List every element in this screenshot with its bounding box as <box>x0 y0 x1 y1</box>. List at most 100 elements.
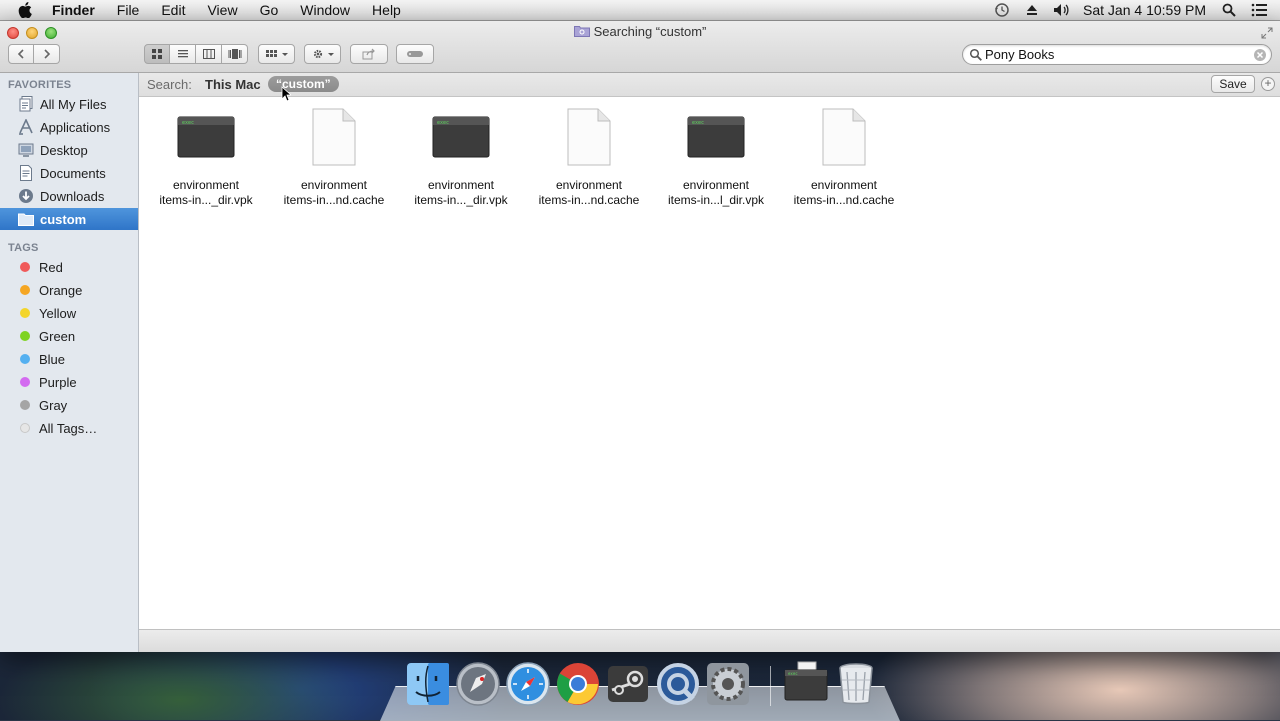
scope-custom-button[interactable]: “custom” <box>268 76 339 92</box>
save-search-button[interactable]: Save <box>1211 75 1255 93</box>
file-item[interactable]: exec environment items-in..._dir.vpk <box>142 105 270 208</box>
list-view-button[interactable] <box>170 44 196 64</box>
finder-icon[interactable] <box>404 660 452 708</box>
column-view-icon <box>202 49 215 59</box>
sidebar: FAVORITES All My Files Applications Desk… <box>0 73 139 652</box>
cover-flow-icon <box>228 49 241 59</box>
chrome-icon[interactable] <box>554 660 602 708</box>
title-bar: Searching “custom” <box>0 21 1280 73</box>
back-forward-control <box>8 44 60 64</box>
sidebar-tag-green[interactable]: Green <box>0 325 138 347</box>
sidebar-item-documents[interactable]: Documents <box>0 162 138 184</box>
sidebar-item-all-my-files[interactable]: All My Files <box>0 93 138 115</box>
file-item[interactable]: exec environment items-in...l_dir.vpk <box>652 105 780 208</box>
sidebar-item-label: Downloads <box>40 188 105 204</box>
file-item[interactable]: exec environment items-in..._dir.vpk <box>397 105 525 208</box>
time-machine-icon[interactable] <box>993 2 1011 18</box>
sidebar-item-applications[interactable]: Applications <box>0 116 138 138</box>
clear-search-icon[interactable] <box>1253 48 1267 62</box>
search-input[interactable] <box>985 47 1253 62</box>
steam-icon[interactable] <box>604 660 652 708</box>
folder-icon <box>17 211 35 227</box>
trash-icon[interactable] <box>832 660 880 708</box>
sidebar-tag-purple[interactable]: Purple <box>0 371 138 393</box>
search-scope-bar: Search: This Mac “custom” Save + <box>139 73 1280 97</box>
sidebar-item-custom[interactable]: custom <box>0 208 138 230</box>
sidebar-item-desktop[interactable]: Desktop <box>0 139 138 161</box>
sidebar-tag-label: Yellow <box>39 305 77 321</box>
back-button[interactable] <box>8 44 34 64</box>
menu-go[interactable]: Go <box>260 2 279 18</box>
system-preferences-icon[interactable] <box>704 660 752 708</box>
tag-orange-icon <box>20 285 30 295</box>
file-item[interactable]: environment items-in...nd.cache <box>525 105 653 208</box>
file-name-line-1: environment <box>682 178 750 192</box>
file-name-line-1: environment <box>172 178 240 192</box>
apple-menu-icon[interactable] <box>18 2 34 18</box>
exec-file-icon: exec <box>397 105 525 169</box>
column-view-button[interactable] <box>196 44 222 64</box>
gear-icon <box>313 49 334 59</box>
search-icon <box>969 48 982 61</box>
quicktime-icon[interactable] <box>654 660 702 708</box>
file-name-line-2: items-in...l_dir.vpk <box>667 193 765 207</box>
menu-finder[interactable]: Finder <box>52 2 95 18</box>
documents-icon <box>17 165 35 181</box>
sidebar-tag-gray[interactable]: Gray <box>0 394 138 416</box>
launchpad-icon[interactable] <box>454 660 502 708</box>
fullscreen-icon[interactable] <box>1261 26 1273 39</box>
forward-button[interactable] <box>34 44 60 64</box>
sidebar-tag-yellow[interactable]: Yellow <box>0 302 138 324</box>
tags-button[interactable] <box>396 44 434 64</box>
file-name-line-2: items-in...nd.cache <box>793 193 895 207</box>
sidebar-tag-red[interactable]: Red <box>0 256 138 278</box>
notification-center-icon[interactable] <box>1250 2 1268 18</box>
exec-file-icon[interactable]: exec <box>782 660 830 708</box>
file-item[interactable]: environment items-in...nd.cache <box>270 105 398 208</box>
file-item[interactable]: environment items-in...nd.cache <box>780 105 908 208</box>
menu-window[interactable]: Window <box>300 2 350 18</box>
scope-label: Search: <box>147 77 192 92</box>
document-file-icon <box>780 105 908 169</box>
add-criteria-button[interactable]: + <box>1261 77 1275 91</box>
menu-clock[interactable]: Sat Jan 4 10:59 PM <box>1083 2 1206 18</box>
eject-icon[interactable] <box>1023 2 1041 18</box>
sidebar-tag-label: Purple <box>39 374 77 390</box>
action-button[interactable] <box>304 44 341 64</box>
menu-help[interactable]: Help <box>372 2 401 18</box>
sidebar-item-label: custom <box>40 211 87 227</box>
sidebar-tag-blue[interactable]: Blue <box>0 348 138 370</box>
volume-icon[interactable] <box>1053 2 1071 18</box>
dock-separator <box>770 666 771 706</box>
sidebar-tag-all-tags[interactable]: All Tags… <box>0 417 138 439</box>
arrange-button[interactable] <box>258 44 295 64</box>
sidebar-tag-label: Red <box>39 259 63 275</box>
tags-header: TAGS <box>8 242 39 254</box>
share-button[interactable] <box>350 44 388 64</box>
cover-flow-button[interactable] <box>222 44 248 64</box>
tag-yellow-icon <box>20 308 30 318</box>
sidebar-tag-label: Green <box>39 328 76 344</box>
menu-view[interactable]: View <box>207 2 237 18</box>
smart-folder-icon <box>573 25 590 37</box>
file-results-area: exec environment items-in..._dir.vpk env… <box>139 97 1280 652</box>
menu-file[interactable]: File <box>117 2 140 18</box>
sidebar-tag-orange[interactable]: Orange <box>0 279 138 301</box>
applications-icon <box>17 119 35 135</box>
view-mode-control <box>144 44 248 64</box>
exec-file-icon: exec <box>142 105 270 169</box>
scope-this-mac-button[interactable]: This Mac <box>205 77 261 92</box>
spotlight-icon[interactable] <box>1220 2 1238 18</box>
search-field[interactable] <box>962 44 1272 65</box>
icon-view-button[interactable] <box>144 44 170 64</box>
tag-icon <box>407 51 423 57</box>
sidebar-item-label: Desktop <box>40 142 88 158</box>
safari-icon[interactable] <box>504 660 552 708</box>
file-name-line-1: environment <box>427 178 495 192</box>
menu-edit[interactable]: Edit <box>161 2 185 18</box>
sidebar-item-downloads[interactable]: Downloads <box>0 185 138 207</box>
tag-purple-icon <box>20 377 30 387</box>
file-name-line-2: items-in..._dir.vpk <box>414 193 508 207</box>
tag-red-icon <box>20 262 30 272</box>
tag-green-icon <box>20 331 30 341</box>
